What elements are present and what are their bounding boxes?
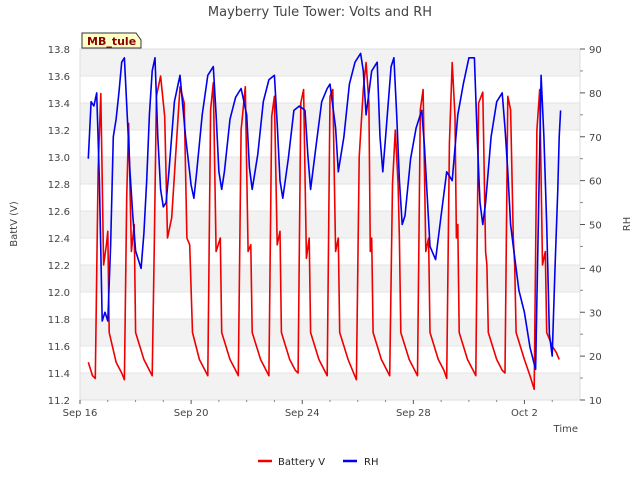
y-tick-label: 12.2 bbox=[48, 261, 70, 272]
station-tag: MB_tule bbox=[81, 32, 142, 49]
x-tick-label: Sep 16 bbox=[63, 408, 98, 419]
y2-tick-label: 80 bbox=[589, 89, 602, 100]
y-tick-label: 13.6 bbox=[48, 72, 70, 83]
grid-band bbox=[80, 265, 580, 292]
y2-tick-label: 60 bbox=[589, 177, 602, 188]
y-tick-label: 13.4 bbox=[48, 99, 70, 110]
x-tick-label: Sep 20 bbox=[174, 408, 209, 419]
legend-label-battery: Battery V bbox=[278, 457, 325, 468]
y-tick-label: 11.6 bbox=[48, 342, 70, 353]
x-tick-label: Sep 24 bbox=[285, 408, 320, 419]
x-tick-label: Sep 28 bbox=[396, 408, 431, 419]
y-axis-label: BattV (V) bbox=[9, 201, 20, 247]
y2-tick-label: 40 bbox=[589, 264, 602, 275]
chart-title: Mayberry Tule Tower: Volts and RH bbox=[208, 5, 432, 20]
x-tick-label: Oct 2 bbox=[511, 408, 538, 419]
y2-tick-label: 20 bbox=[589, 352, 602, 363]
y-tick-label: 13.8 bbox=[48, 45, 70, 56]
y-axis-ticks: 11.2 11.4 11.6 11.8 12.0 12.2 12.4 12.6 12.8 13.0… bbox=[48, 45, 70, 407]
y-tick-label: 11.4 bbox=[48, 369, 70, 380]
legend-label-rh: RH bbox=[364, 457, 378, 468]
y2-tick-label: 70 bbox=[589, 133, 602, 144]
chart-svg: Mayberry Tule Tower: Volts and RH 11.211… bbox=[9, 5, 633, 468]
y2-axis-ticks: 10 20 30 40 50 60 70 80 90 bbox=[580, 45, 602, 407]
y2-tick-label: 90 bbox=[589, 45, 602, 56]
y2-tick-label: 10 bbox=[589, 396, 602, 407]
y2-axis-label: RH bbox=[622, 217, 633, 231]
y-tick-label: 11.8 bbox=[48, 315, 70, 326]
grid-band bbox=[80, 373, 580, 400]
y-tick-label: 13.2 bbox=[48, 126, 70, 137]
y-tick-label: 11.2 bbox=[48, 396, 70, 407]
y-tick-label: 12.6 bbox=[48, 207, 70, 218]
y2-tick-label: 50 bbox=[589, 221, 602, 232]
y-tick-label: 13.0 bbox=[48, 153, 70, 164]
x-axis-label: Time bbox=[553, 424, 578, 435]
y2-tick-label: 30 bbox=[589, 308, 602, 319]
y-tick-label: 12.8 bbox=[48, 180, 70, 191]
x-axis-ticks: Sep 16 Sep 20 Sep 24 Sep 28 Oct 2 bbox=[63, 400, 553, 419]
y-tick-label: 12.0 bbox=[48, 288, 70, 299]
station-tag-label: MB_tule bbox=[87, 35, 136, 48]
legend: Battery V RH bbox=[258, 457, 378, 468]
y-tick-label: 12.4 bbox=[48, 234, 70, 245]
